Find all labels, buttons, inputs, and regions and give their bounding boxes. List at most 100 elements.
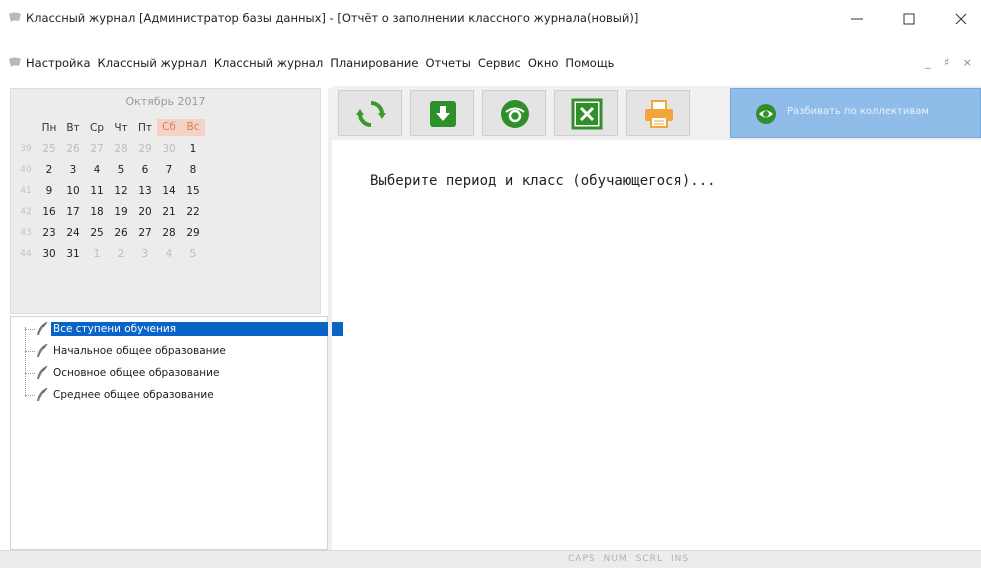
app-icon (9, 12, 21, 22)
calendar-day[interactable]: 27 (85, 143, 109, 155)
calendar-week-row: 41 9 10 11 12 13 14 15 (15, 180, 205, 201)
mdi-window-controls[interactable]: _ ♯ × (925, 56, 977, 69)
calendar-day[interactable]: 19 (109, 206, 133, 218)
education-level-tree[interactable]: Все ступени обучения Начальное общее обра… (10, 316, 343, 550)
tree-item[interactable]: Основное общее образование (25, 364, 221, 382)
eye-shield-icon (501, 100, 529, 128)
calendar-week-row: 40 2 3 4 5 6 7 8 (15, 159, 205, 180)
panel-splitter[interactable] (328, 88, 332, 550)
calendar-day[interactable]: 18 (85, 206, 109, 218)
maximize-button[interactable] (890, 6, 930, 32)
refresh-icon (356, 101, 386, 127)
status-key-indicator: NUM (603, 554, 628, 564)
calendar-day[interactable]: 7 (157, 164, 181, 176)
calendar-week-row: 43 23 24 25 26 27 28 29 (15, 222, 205, 243)
weekday-header: Пт (137, 121, 152, 134)
toolbar: Разбивать по коллективам (332, 86, 981, 140)
tree-item[interactable]: Среднее общее образование (25, 386, 216, 404)
menu-item[interactable]: Планирование (330, 56, 418, 70)
status-key-indicator: CAPS (568, 554, 596, 564)
calendar-day[interactable]: 15 (181, 185, 205, 197)
calendar-day[interactable]: 29 (181, 227, 205, 239)
calendar-day[interactable]: 24 (61, 227, 85, 239)
calendar-day[interactable]: 30 (157, 143, 181, 155)
calendar-day[interactable]: 5 (109, 164, 133, 176)
menu-item[interactable]: Помощь (565, 56, 614, 70)
menu-item[interactable]: Настройка (26, 56, 91, 70)
print-button[interactable] (626, 90, 690, 136)
week-number: 39 (20, 143, 32, 154)
calendar-day[interactable]: 1 (181, 143, 205, 155)
calendar-day[interactable]: 31 (61, 248, 85, 260)
calendar-day[interactable]: 2 (37, 164, 61, 176)
calendar-day[interactable]: 13 (133, 185, 157, 197)
calendar-day[interactable]: 9 (37, 185, 61, 197)
view-button[interactable] (482, 90, 546, 136)
week-number: 41 (20, 185, 32, 196)
weekday-header: Пн (41, 121, 57, 134)
weekday-header: Ср (90, 121, 104, 134)
month-calendar[interactable]: Октябрь 2017 Пн Вт Ср Чт Пт Сб Вс 39 25 26 27 28 29 3… (10, 88, 321, 314)
tree-item[interactable]: Все ступени обучения (25, 320, 343, 338)
calendar-day[interactable]: 22 (181, 206, 205, 218)
weekday-header: Чт (114, 121, 128, 134)
calendar-day[interactable]: 30 (37, 248, 61, 260)
calendar-day[interactable]: 27 (133, 227, 157, 239)
menu-item[interactable]: Классный журнал (98, 56, 207, 70)
tree-item[interactable]: Начальное общее образование (25, 342, 228, 360)
quill-icon (37, 343, 48, 357)
menu-item[interactable]: Отчеты (425, 56, 470, 70)
calendar-day[interactable]: 11 (85, 185, 109, 197)
calendar-day[interactable]: 8 (181, 164, 205, 176)
title-bar: Классный журнал [Администратор базы данн… (0, 0, 981, 36)
weekday-header: Вс (181, 119, 205, 136)
split-by-collectives-button[interactable]: Разбивать по коллективам (730, 88, 981, 138)
close-button[interactable] (942, 6, 981, 32)
calendar-week-row: 42 16 17 18 19 20 21 22 (15, 201, 205, 222)
tree-connector (25, 394, 35, 396)
calendar-day[interactable]: 25 (37, 143, 61, 155)
calendar-day[interactable]: 21 (157, 206, 181, 218)
calendar-day[interactable]: 28 (109, 143, 133, 155)
calendar-day[interactable]: 3 (133, 248, 157, 260)
minimize-button[interactable] (838, 6, 878, 32)
week-number: 43 (20, 227, 32, 238)
calendar-day[interactable]: 3 (61, 164, 85, 176)
menu-item[interactable]: Классный журнал (214, 56, 323, 70)
document-icon[interactable] (8, 57, 22, 69)
weekday-header: Вт (66, 121, 80, 134)
calendar-day[interactable]: 4 (85, 164, 109, 176)
menu-item[interactable]: Сервис (478, 56, 521, 70)
quill-icon (37, 387, 48, 401)
calendar-day[interactable]: 23 (37, 227, 61, 239)
calendar-day[interactable]: 12 (109, 185, 133, 197)
tree-connector (25, 328, 35, 330)
window-title: Классный журнал [Администратор базы данн… (26, 11, 639, 25)
calendar-day[interactable]: 26 (61, 143, 85, 155)
calendar-day[interactable]: 2 (109, 248, 133, 260)
refresh-button[interactable] (338, 90, 402, 136)
calendar-day[interactable]: 1 (85, 248, 109, 260)
calendar-day[interactable]: 5 (181, 248, 205, 260)
download-button[interactable] (410, 90, 474, 136)
calendar-day[interactable]: 14 (157, 185, 181, 197)
calendar-day[interactable]: 16 (37, 206, 61, 218)
menu-item[interactable]: Окно (528, 56, 559, 70)
calendar-day[interactable]: 10 (61, 185, 85, 197)
calendar-day[interactable]: 17 (61, 206, 85, 218)
close-icon (955, 13, 967, 25)
weekday-header: Сб (157, 119, 181, 136)
calendar-day[interactable]: 28 (157, 227, 181, 239)
excel-export-button[interactable] (554, 90, 618, 136)
calendar-day[interactable]: 20 (133, 206, 157, 218)
calendar-day[interactable]: 4 (157, 248, 181, 260)
week-number: 44 (20, 248, 32, 259)
calendar-month-title[interactable]: Октябрь 2017 (11, 95, 320, 108)
maximize-icon (903, 13, 915, 25)
calendar-day[interactable]: 25 (85, 227, 109, 239)
calendar-day[interactable]: 6 (133, 164, 157, 176)
calendar-day[interactable]: 29 (133, 143, 157, 155)
excel-icon (571, 98, 603, 130)
week-number: 40 (20, 164, 32, 175)
calendar-day[interactable]: 26 (109, 227, 133, 239)
